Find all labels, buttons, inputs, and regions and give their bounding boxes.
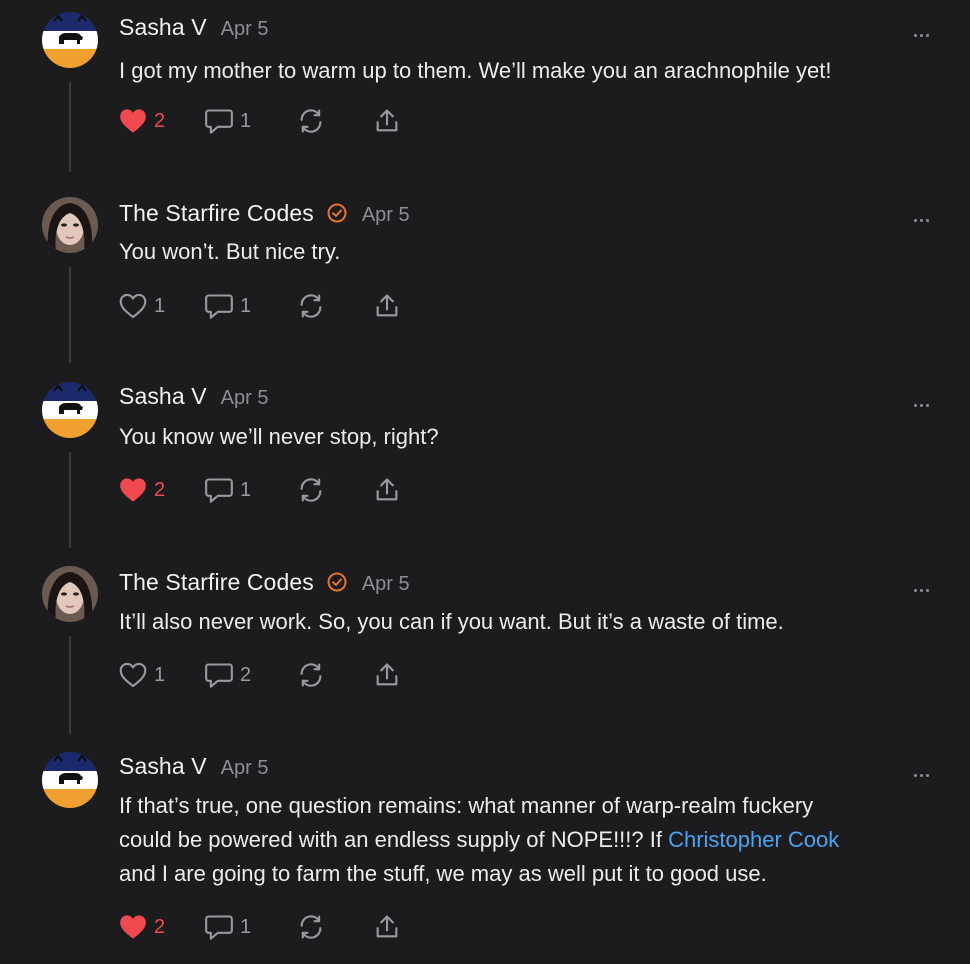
comment-body-line: could be powered with an endless supply … — [119, 823, 939, 857]
verified-badge-icon — [326, 571, 348, 593]
like-count: 2 — [154, 915, 166, 938]
more-options-icon[interactable] — [914, 579, 934, 592]
share-button[interactable] — [373, 292, 401, 320]
comment-actions: 2 1 — [119, 910, 401, 944]
thread-line — [69, 452, 71, 548]
share-button[interactable] — [373, 913, 401, 941]
restack-button[interactable] — [297, 661, 373, 689]
restack-button[interactable] — [297, 913, 373, 941]
author-name[interactable]: Sasha V — [119, 14, 207, 41]
reply-button[interactable]: 1 — [205, 914, 297, 940]
restack-button[interactable] — [297, 476, 373, 504]
author-name[interactable]: Sasha V — [119, 753, 207, 780]
like-button[interactable]: 2 — [119, 108, 205, 134]
comment-bubble-icon — [205, 478, 233, 503]
more-options-icon[interactable] — [914, 209, 934, 222]
bison-flag-avatar-icon — [42, 752, 98, 808]
heart-outline-icon — [119, 293, 147, 319]
comment-actions: 1 1 — [119, 289, 401, 323]
reply-count: 1 — [240, 109, 252, 132]
comment-date[interactable]: Apr 5 — [221, 757, 269, 780]
profile-photo-avatar-icon — [42, 197, 98, 253]
share-icon — [376, 663, 398, 686]
user-mention-link[interactable]: Christopher Cook — [668, 827, 839, 852]
avatar[interactable] — [42, 752, 98, 808]
reply-count: 2 — [240, 663, 252, 686]
share-button[interactable] — [373, 476, 401, 504]
comment-body: You won’t. But nice try. — [119, 239, 341, 264]
comment-date[interactable]: Apr 5 — [221, 387, 269, 410]
bison-flag-avatar-icon — [42, 382, 98, 438]
comment-date[interactable]: Apr 5 — [362, 204, 410, 227]
comment-body-line: and I are going to farm the stuff, we ma… — [119, 861, 767, 886]
share-button[interactable] — [373, 107, 401, 135]
like-count: 1 — [154, 294, 166, 317]
thread-line — [69, 267, 71, 363]
avatar[interactable] — [42, 197, 98, 253]
comment-body-line: If that’s true, one question remains: wh… — [119, 793, 814, 818]
author-name[interactable]: The Starfire Codes — [119, 569, 314, 596]
restack-icon — [300, 478, 322, 502]
comment-thread: Sasha V Apr 5 I got my mother to warm up… — [0, 0, 970, 964]
profile-photo-avatar-icon — [42, 566, 98, 622]
comment-date[interactable]: Apr 5 — [362, 573, 410, 596]
avatar[interactable] — [42, 566, 98, 622]
thread-line — [69, 636, 71, 734]
reply-count: 1 — [240, 478, 252, 501]
like-count: 2 — [154, 478, 166, 501]
comment-date[interactable]: Apr 5 — [221, 18, 269, 41]
like-button[interactable]: 2 — [119, 914, 205, 940]
comment-actions: 2 1 — [119, 473, 401, 507]
bison-flag-avatar-icon — [42, 12, 98, 68]
restack-button[interactable] — [297, 107, 373, 135]
like-button[interactable]: 1 — [119, 293, 205, 319]
heart-filled-icon — [120, 109, 146, 133]
thread-line — [69, 82, 71, 172]
comment-actions: 2 1 — [119, 104, 401, 138]
share-icon — [376, 294, 398, 317]
comment-body: If that’s true, one question remains: wh… — [119, 789, 939, 891]
like-count: 2 — [154, 109, 166, 132]
more-options-icon[interactable] — [914, 24, 934, 37]
restack-icon — [300, 663, 322, 687]
comment-bubble-icon — [205, 109, 233, 134]
share-icon — [376, 109, 398, 132]
reply-button[interactable]: 2 — [205, 662, 297, 688]
like-button[interactable]: 2 — [119, 477, 205, 503]
heart-filled-icon — [120, 478, 146, 502]
restack-icon — [300, 915, 322, 939]
avatar[interactable] — [42, 382, 98, 438]
comment-body-text: could be powered with an endless supply … — [119, 827, 669, 852]
share-icon — [376, 915, 398, 938]
comment-bubble-icon — [205, 294, 233, 319]
restack-icon — [300, 294, 322, 318]
share-button[interactable] — [373, 661, 401, 689]
heart-outline-icon — [119, 662, 147, 688]
comment-body: You know we’ll never stop, right? — [119, 424, 439, 449]
reply-button[interactable]: 1 — [205, 477, 297, 503]
share-icon — [376, 478, 398, 501]
author-name[interactable]: The Starfire Codes — [119, 200, 314, 227]
comment-bubble-icon — [205, 663, 233, 688]
author-name[interactable]: Sasha V — [119, 383, 207, 410]
restack-button[interactable] — [297, 292, 373, 320]
restack-icon — [300, 109, 322, 133]
comment-actions: 1 2 — [119, 658, 401, 692]
comment-bubble-icon — [205, 915, 233, 940]
avatar[interactable] — [42, 12, 98, 68]
comment-body: It’ll also never work. So, you can if yo… — [119, 609, 784, 634]
reply-count: 1 — [240, 294, 252, 317]
like-button[interactable]: 1 — [119, 662, 205, 688]
more-options-icon[interactable] — [914, 764, 934, 777]
more-options-icon[interactable] — [914, 394, 934, 407]
reply-button[interactable]: 1 — [205, 293, 297, 319]
comment-body: I got my mother to warm up to them. We’l… — [119, 58, 832, 83]
like-count: 1 — [154, 663, 166, 686]
heart-filled-icon — [120, 915, 146, 939]
reply-button[interactable]: 1 — [205, 108, 297, 134]
reply-count: 1 — [240, 915, 252, 938]
verified-badge-icon — [326, 202, 348, 224]
